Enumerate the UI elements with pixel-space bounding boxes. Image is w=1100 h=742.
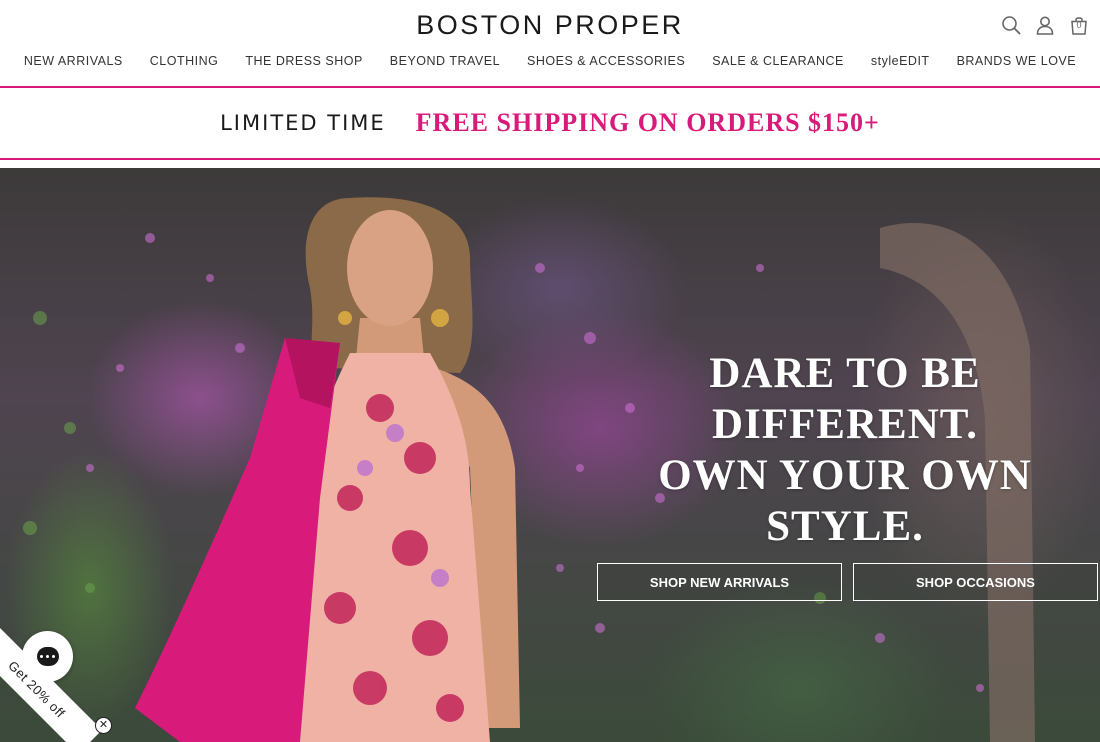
header-icons: 0 xyxy=(1000,14,1090,36)
promo-limited-time: LIMITED TIME xyxy=(220,111,386,135)
nav-new-arrivals[interactable]: NEW ARRIVALS xyxy=(24,54,123,68)
chat-icon xyxy=(36,647,59,666)
shop-occasions-button[interactable]: SHOP OCCASIONS xyxy=(853,563,1098,601)
shop-new-arrivals-button[interactable]: SHOP NEW ARRIVALS xyxy=(597,563,842,601)
search-icon[interactable] xyxy=(1000,14,1022,36)
hero-headline-line4: STYLE. xyxy=(766,503,924,550)
nav-beyond-travel[interactable]: BEYOND TRAVEL xyxy=(390,54,500,68)
cart-icon[interactable]: 0 xyxy=(1068,14,1090,36)
promo-free-shipping: FREE SHIPPING ON ORDERS $150+ xyxy=(415,108,880,137)
account-icon[interactable] xyxy=(1034,14,1056,36)
nav-shoes-accessories[interactable]: SHOES & ACCESSORIES xyxy=(527,54,685,68)
hero-headline: DARE TO BE DIFFERENT. OWN YOUR OWN STYLE… xyxy=(620,348,1070,552)
nav-styleedit[interactable]: styleEDIT xyxy=(871,54,930,68)
site-header: BOSTON PROPER 0 NEW ARRIVALS CLOTHING TH… xyxy=(0,0,1100,86)
cart-count: 0 xyxy=(1076,20,1082,30)
hero-banner: DARE TO BE DIFFERENT. OWN YOUR OWN STYLE… xyxy=(0,168,1100,742)
nav-brands-we-love[interactable]: BRANDS WE LOVE xyxy=(957,54,1077,68)
promo-banner[interactable]: LIMITED TIME FREE SHIPPING ON ORDERS $15… xyxy=(0,88,1100,158)
brand-logo[interactable]: BOSTON PROPER xyxy=(0,10,1100,41)
main-nav: NEW ARRIVALS CLOTHING THE DRESS SHOP BEY… xyxy=(0,54,1100,68)
nav-dress-shop[interactable]: THE DRESS SHOP xyxy=(245,54,362,68)
hero-headline-line3: OWN YOUR OWN xyxy=(658,452,1032,499)
hero-headline-line2: DIFFERENT. xyxy=(711,401,979,448)
discount-close-icon[interactable]: ✕ xyxy=(95,717,112,734)
promo-bottom-divider xyxy=(0,158,1100,160)
hero-headline-line1: DARE TO BE xyxy=(709,350,981,397)
nav-clothing[interactable]: CLOTHING xyxy=(150,54,219,68)
nav-sale-clearance[interactable]: SALE & CLEARANCE xyxy=(712,54,844,68)
